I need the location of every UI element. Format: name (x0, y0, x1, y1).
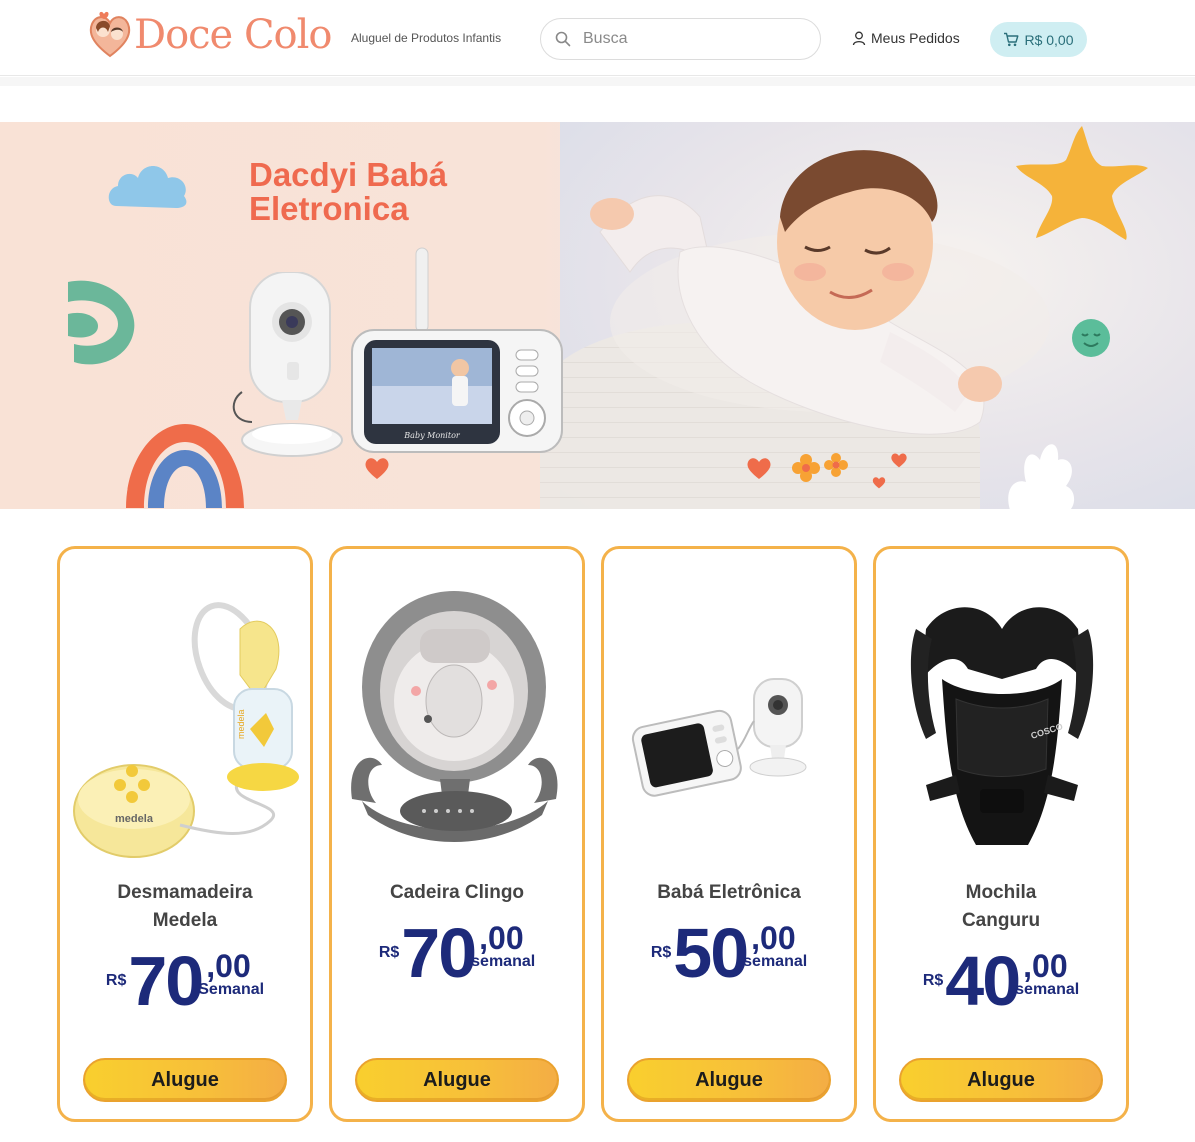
site-header: Doce Colo Aluguel de Produtos Infantis M… (0, 0, 1195, 76)
price-period: semanal (471, 953, 536, 970)
product-name-line-2: Canguru (961, 910, 1041, 931)
logo-text: Doce Colo (134, 12, 333, 58)
product-name: Desmamadeira Medela (60, 879, 310, 935)
banner-title: Dacdyi Babá Eletronica (249, 158, 529, 226)
heart-decoration-icon (872, 477, 886, 489)
product-card-baby-swing[interactable]: Cadeira Clingo R$ 70 ,00 semanal Alugue (329, 546, 585, 1122)
smiley-decoration-icon (1072, 319, 1110, 357)
product-card-baby-carrier[interactable]: COSCO Mochila Canguru R$ 40 ,00 semanal … (873, 546, 1129, 1122)
price-period: semanal (743, 953, 808, 970)
search-box[interactable] (540, 18, 821, 60)
price-cents: ,00 (479, 920, 524, 956)
price-currency: R$ (105, 972, 127, 989)
price-integer: 70 (401, 914, 477, 992)
product-brand-text: medela (236, 709, 246, 739)
price-period: Semanal (198, 981, 265, 998)
monitor-label: Baby Monitor (403, 431, 461, 440)
baby-monitor-product-image (631, 678, 807, 797)
banner-title-line-2: Eletronica (249, 190, 409, 227)
cart-icon (1004, 32, 1019, 47)
product-name-line-1: Babá Eletrônica (657, 882, 801, 903)
breast-pump-image: medela medela (73, 602, 299, 858)
heart-decoration-icon (365, 458, 389, 479)
price-currency: R$ (922, 972, 944, 989)
product-card-baby-monitor[interactable]: Babá Eletrônica R$ 50 ,00 semanal Alugue (601, 546, 857, 1122)
product-name-line-2: Medela (152, 910, 218, 931)
price-integer: 70 (128, 942, 204, 1020)
product-name-line-1: Mochila (965, 882, 1037, 903)
product-name-line-1: Cadeira Clingo (389, 882, 525, 903)
heart-decoration-icon (891, 453, 907, 468)
product-brand-text: medela (115, 813, 154, 825)
price-integer: 50 (673, 914, 749, 992)
baby-camera-image (232, 272, 343, 457)
product-card-breast-pump[interactable]: medela medela Desmamadeira Medela R$ 70 … (57, 546, 313, 1122)
cloud-icon (108, 166, 187, 208)
price-cents: ,00 (751, 920, 796, 956)
baby-carrier-image: COSCO (910, 607, 1094, 845)
price-currency: R$ (378, 944, 400, 961)
cart-total: R$ 0,00 (1024, 31, 1074, 48)
product-price: R$ 50 ,00 semanal (604, 914, 854, 992)
product-grid: medela medela Desmamadeira Medela R$ 70 … (57, 546, 1137, 1122)
cart-button[interactable]: R$ 0,00 (990, 22, 1087, 57)
star-decoration-icon (1016, 126, 1148, 240)
product-name: Mochila Canguru (876, 879, 1126, 935)
hero-banner[interactable]: Baby Monitor Dacdyi Babá Eletronica (0, 122, 1195, 509)
flower-decoration-icon (792, 453, 848, 482)
site-logo[interactable]: Doce Colo (88, 8, 338, 62)
site-tagline: Aluguel de Produtos Infantis (351, 31, 502, 45)
rent-button[interactable]: Alugue (355, 1058, 559, 1102)
baby-swing-image (351, 591, 558, 842)
price-currency: R$ (650, 944, 672, 961)
my-orders-label: Meus Pedidos (871, 30, 960, 46)
product-name: Babá Eletrônica (604, 879, 854, 907)
heart-family-icon (89, 11, 131, 58)
rent-button[interactable]: Alugue (627, 1058, 831, 1102)
rent-button[interactable]: Alugue (899, 1058, 1103, 1102)
banner-title-line-1: Dacdyi Babá (249, 156, 448, 193)
product-name: Cadeira Clingo (332, 879, 582, 907)
price-cents: ,00 (206, 948, 251, 984)
leaf-decoration-icon (1008, 444, 1075, 509)
product-price: R$ 70 ,00 Semanal (60, 942, 310, 1020)
price-cents: ,00 (1023, 948, 1068, 984)
search-input[interactable] (583, 30, 803, 48)
rainbow-decoration-icon (126, 424, 244, 508)
baby-monitor-image: Baby Monitor (351, 247, 563, 453)
rent-button[interactable]: Alugue (83, 1058, 287, 1102)
spiral-decoration-icon (68, 280, 135, 365)
price-period: semanal (1015, 981, 1080, 998)
header-divider (0, 77, 1195, 86)
user-icon (852, 31, 866, 45)
search-icon (555, 31, 571, 47)
product-price: R$ 70 ,00 semanal (332, 914, 582, 992)
product-name-line-1: Desmamadeira (117, 882, 253, 903)
my-orders-link[interactable]: Meus Pedidos (852, 30, 960, 46)
product-price: R$ 40 ,00 semanal (876, 942, 1126, 1020)
price-integer: 40 (945, 942, 1021, 1020)
heart-decoration-icon (747, 458, 771, 479)
